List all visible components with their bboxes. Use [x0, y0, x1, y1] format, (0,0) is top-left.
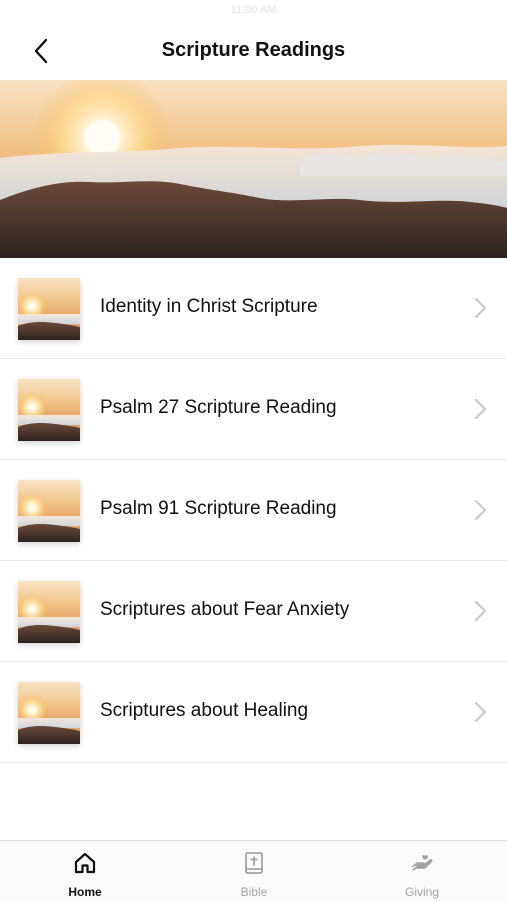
hero-image — [0, 80, 507, 258]
list-item-label: Psalm 91 Scripture Reading — [100, 498, 337, 519]
chevron-right-icon — [475, 399, 486, 419]
page-title: Scripture Readings — [161, 39, 346, 61]
chevron-right-icon — [475, 702, 486, 722]
scripture-readings-list: Identity in Christ Scripture Psalm 27 Sc… — [0, 258, 507, 763]
giving-hand-icon — [411, 855, 433, 871]
list-item-label: Identity in Christ Scripture — [100, 296, 318, 317]
thumbnail-image — [18, 379, 80, 441]
thumbnail-image — [18, 278, 80, 340]
list-item[interactable]: Identity in Christ Scripture — [0, 258, 507, 359]
status-time: 11:00 AM — [230, 4, 277, 16]
tab-bible[interactable]: Bible — [204, 841, 304, 901]
list-item[interactable]: Scriptures about Fear Anxiety — [0, 561, 507, 662]
chevron-right-icon — [475, 500, 486, 520]
list-item-label: Psalm 27 Scripture Reading — [100, 397, 337, 418]
chevron-right-icon — [475, 601, 486, 621]
chevron-right-icon — [475, 298, 486, 318]
tab-home[interactable]: Home — [35, 841, 135, 901]
thumbnail-image — [18, 581, 80, 643]
tab-bar: Home Bible Giving — [0, 840, 507, 901]
list-item[interactable]: Psalm 27 Scripture Reading — [0, 359, 507, 460]
list-item[interactable]: Psalm 91 Scripture Reading — [0, 460, 507, 561]
tab-label: Bible — [240, 885, 268, 899]
navigation-bar: Scripture Readings — [0, 22, 507, 80]
status-bar: 11:00 AM — [0, 0, 507, 22]
tab-giving[interactable]: Giving — [372, 841, 472, 901]
thumbnail-image — [18, 480, 80, 542]
tab-label: Giving — [404, 885, 439, 899]
list-item[interactable]: Scriptures about Healing — [0, 662, 507, 763]
list-item-label: Scriptures about Healing — [100, 700, 309, 721]
home-icon — [74, 852, 96, 874]
list-item-label: Scriptures about Fear Anxiety — [100, 599, 350, 620]
thumbnail-image — [18, 682, 80, 744]
tab-label: Home — [68, 885, 102, 899]
bible-icon — [245, 852, 263, 874]
